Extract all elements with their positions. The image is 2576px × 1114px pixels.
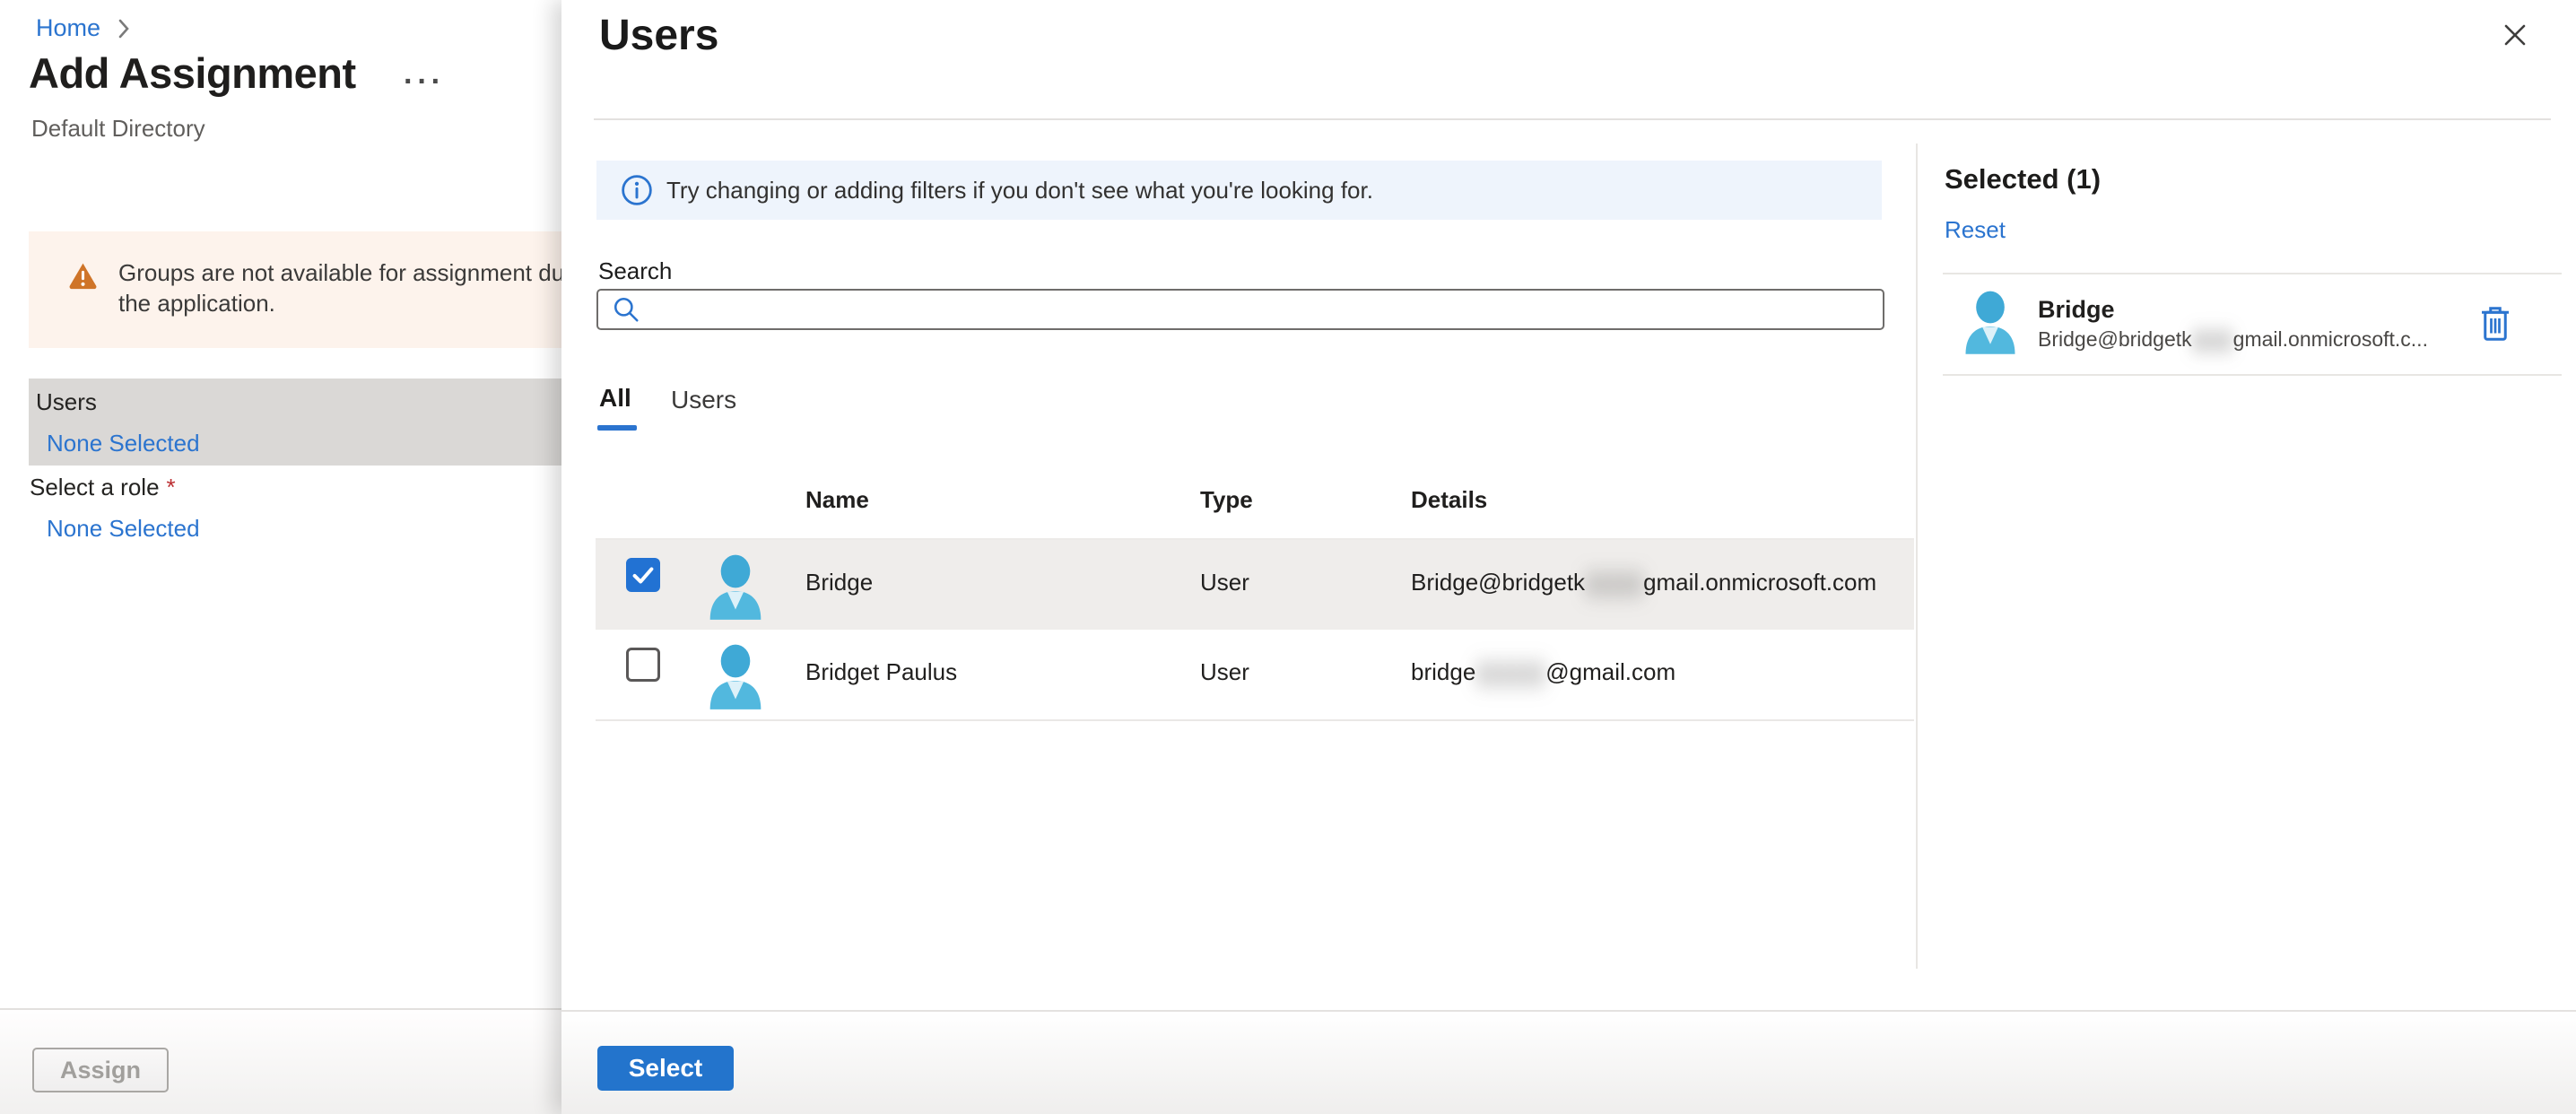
page-footer: Assign	[0, 1008, 561, 1114]
more-options-icon[interactable]: ···	[404, 65, 445, 100]
select-button[interactable]: Select	[597, 1046, 734, 1091]
row-checkbox-checked[interactable]	[626, 558, 660, 592]
cell-type: User	[1200, 569, 1249, 596]
selected-item-divider-bottom	[1943, 374, 2562, 376]
selected-item-email: Bridge@bridgetkxxxxgmail.onmicrosoft.c..…	[2038, 323, 2428, 354]
user-avatar-icon	[709, 644, 761, 709]
close-button[interactable]	[2495, 16, 2535, 56]
users-field[interactable]: Users None Selected	[29, 379, 561, 466]
panel-title: Users	[599, 12, 719, 59]
required-asterisk: *	[166, 474, 176, 500]
search-input[interactable]	[596, 289, 1884, 330]
remove-selected-button[interactable]	[2474, 300, 2517, 350]
cell-name: Bridget Paulus	[805, 658, 958, 685]
active-tab-underline	[597, 425, 637, 431]
trash-icon	[2482, 306, 2509, 341]
close-icon	[2504, 24, 2526, 45]
chevron-right-icon	[118, 19, 129, 38]
column-header-type: Type	[1200, 486, 1253, 513]
selected-summary-title: Selected (1)	[1945, 163, 2102, 195]
page-title: Add Assignment	[29, 49, 356, 97]
column-header-details: Details	[1411, 486, 1488, 513]
add-assignment-page: Home Add Assignment ··· Default Director…	[0, 0, 561, 1114]
warning-text: Groups are not available for assignment …	[118, 259, 561, 317]
users-panel: Users Try changing or adding filters if …	[561, 0, 2576, 1114]
info-icon	[622, 175, 652, 205]
cell-type: User	[1200, 658, 1249, 685]
email-suffix: @gmail.com	[1545, 658, 1676, 685]
role-none-selected-link[interactable]: None Selected	[47, 515, 200, 543]
search-label: Search	[598, 257, 673, 284]
title-divider	[594, 118, 2551, 120]
users-field-label: Users	[36, 388, 97, 415]
assign-button[interactable]: Assign	[32, 1048, 169, 1092]
warning-banner: Groups are not available for assignment …	[29, 231, 561, 348]
email-prefix: bridge	[1411, 658, 1476, 685]
cell-details: bridgexxxxxx@gmail.com	[1411, 654, 1676, 691]
screen: Home Add Assignment ··· Default Director…	[0, 0, 2576, 1114]
role-field-label-text: Select a role	[30, 474, 160, 500]
cell-name: Bridge	[805, 569, 874, 596]
selected-item-divider-top	[1943, 273, 2562, 274]
panel-footer: Select	[561, 1012, 2576, 1114]
email-redacted-blur: xxxx	[2191, 323, 2233, 355]
cell-details: Bridge@bridgetkxxxxxgmail.onmicrosoft.co…	[1411, 564, 1877, 601]
info-banner-text: Try changing or adding filters if you do…	[666, 176, 1373, 204]
column-header-name: Name	[805, 486, 869, 513]
tab-all[interactable]: All	[599, 384, 631, 413]
page-subtitle: Default Directory	[31, 115, 205, 142]
row-checkbox-unchecked[interactable]	[626, 648, 660, 682]
email-prefix: Bridge@bridgetk	[1411, 569, 1586, 596]
table-row-bridge[interactable]: Bridge User Bridge@bridgetkxxxxxgmail.on…	[596, 538, 1914, 630]
users-none-selected-link[interactable]: None Selected	[47, 430, 200, 457]
email-suffix: gmail.onmicrosoft.com	[1643, 569, 1877, 596]
warning-icon	[69, 263, 97, 290]
user-avatar-icon	[1965, 291, 2015, 354]
email-suffix: gmail.onmicrosoft.c...	[2232, 327, 2428, 351]
table-row-bridget-paulus[interactable]: Bridget Paulus User bridgexxxxxx@gmail.c…	[596, 630, 1914, 721]
email-redacted-blur: xxxxx	[1585, 563, 1644, 601]
info-banner: Try changing or adding filters if you do…	[596, 161, 1882, 220]
tab-users[interactable]: Users	[671, 386, 736, 414]
selected-item-name: Bridge	[2038, 296, 2115, 323]
reset-link[interactable]: Reset	[1945, 216, 2006, 244]
breadcrumb-home-link[interactable]: Home	[36, 14, 100, 42]
email-prefix: Bridge@bridgetk	[2038, 327, 2192, 351]
email-redacted-blur: xxxxxx	[1475, 653, 1546, 691]
breadcrumb: Home	[36, 14, 131, 42]
role-field-label: Select a role *	[30, 474, 176, 501]
user-avatar-icon	[709, 554, 761, 620]
checkmark-icon	[632, 567, 654, 584]
content-sidebar-divider	[1916, 144, 1918, 969]
